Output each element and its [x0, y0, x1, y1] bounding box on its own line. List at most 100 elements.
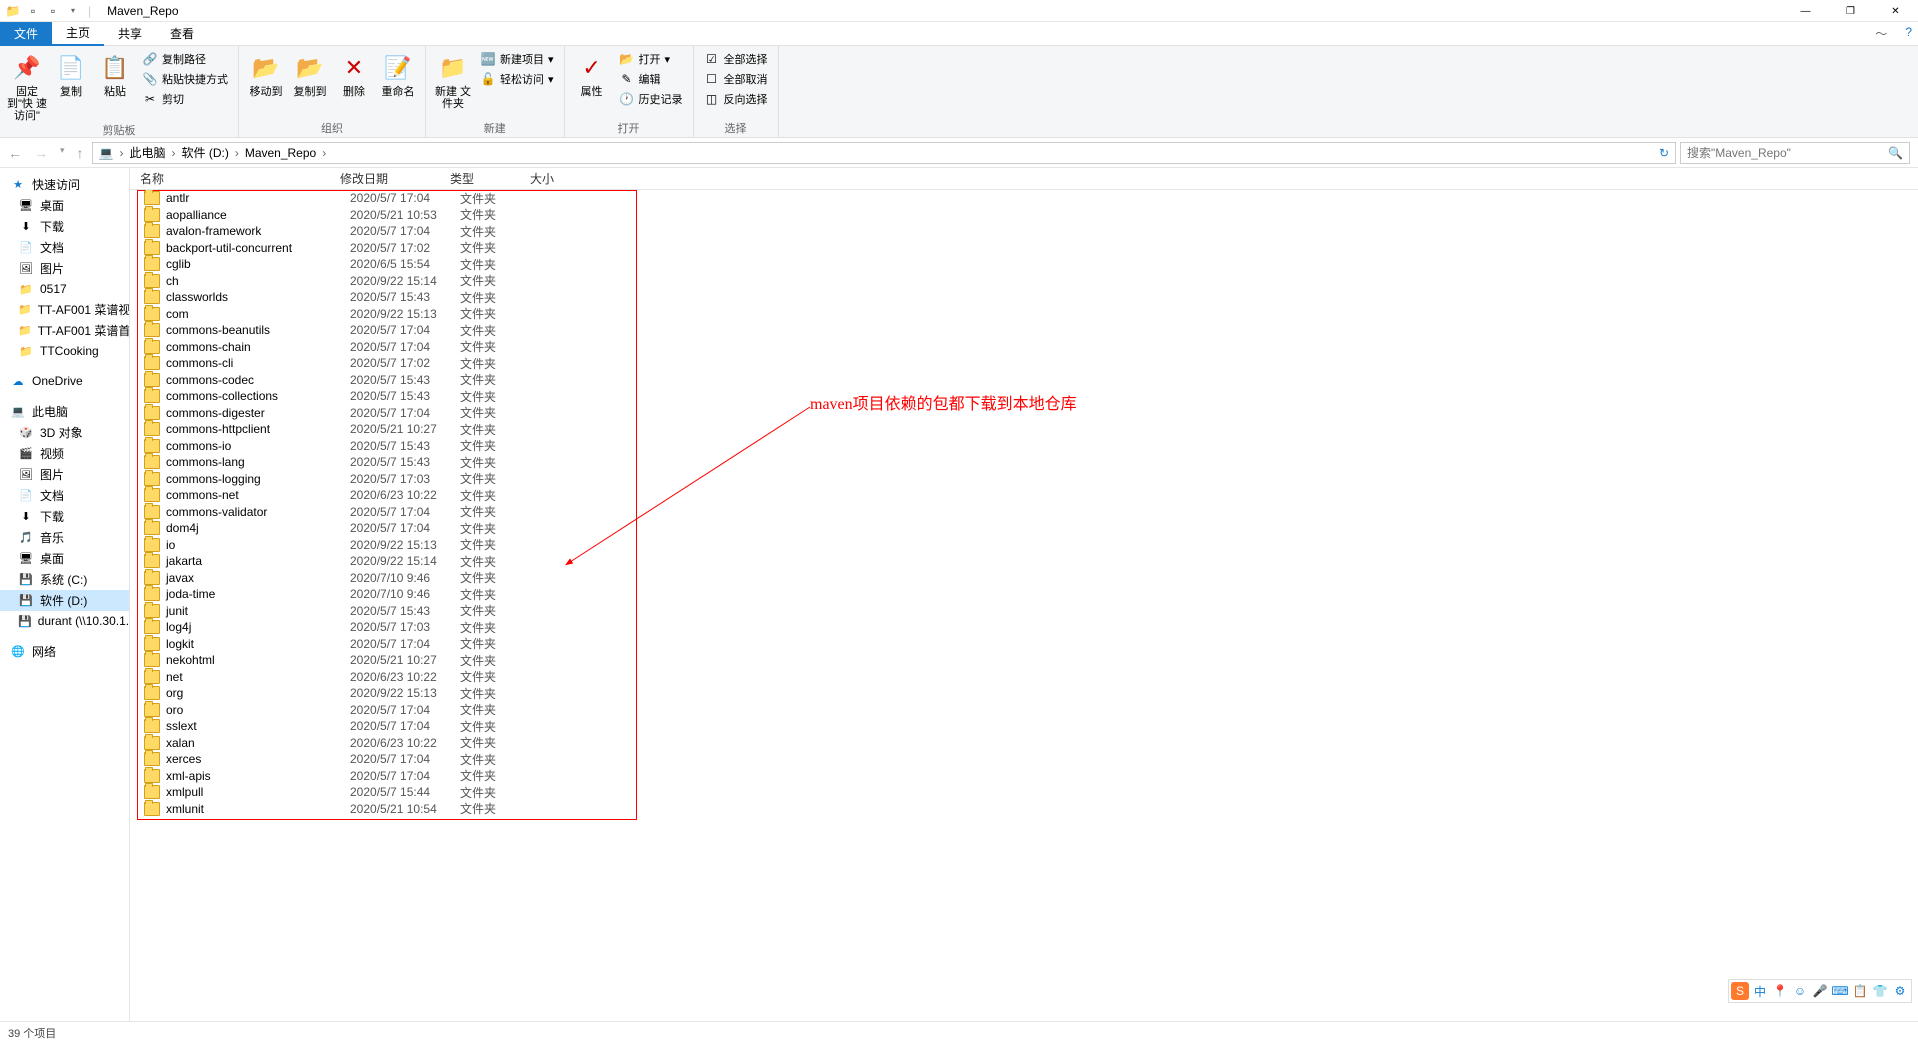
file-row[interactable]: classworlds2020/5/7 15:43文件夹: [130, 289, 1918, 306]
selectnone-button[interactable]: ☐全部取消: [700, 70, 772, 88]
file-row[interactable]: commons-io2020/5/7 15:43文件夹: [130, 438, 1918, 455]
up-button[interactable]: ↑: [77, 145, 84, 161]
searchbox[interactable]: 🔍: [1680, 142, 1910, 164]
file-row[interactable]: dom4j2020/5/7 17:04文件夹: [130, 520, 1918, 537]
ime-button[interactable]: ☺: [1791, 982, 1809, 1000]
properties-button[interactable]: ✓属性: [571, 48, 613, 120]
file-row[interactable]: commons-httpclient2020/5/21 10:27文件夹: [130, 421, 1918, 438]
file-row[interactable]: com2020/9/22 15:13文件夹: [130, 306, 1918, 323]
copypath-button[interactable]: 🔗复制路径: [138, 50, 232, 68]
sidebar-item[interactable]: 📄文档: [0, 237, 129, 258]
minimize-button[interactable]: —: [1783, 0, 1828, 22]
file-row[interactable]: net2020/6/23 10:22文件夹: [130, 669, 1918, 686]
file-row[interactable]: jakarta2020/9/22 15:14文件夹: [130, 553, 1918, 570]
file-row[interactable]: io2020/9/22 15:13文件夹: [130, 537, 1918, 554]
crumb-drive[interactable]: 软件 (D:): [182, 144, 229, 161]
file-row[interactable]: sslext2020/5/7 17:04文件夹: [130, 718, 1918, 735]
sidebar-item[interactable]: 💾系统 (C:): [0, 569, 129, 590]
sidebar-quickaccess[interactable]: ★快速访问: [0, 174, 129, 195]
file-row[interactable]: logkit2020/5/7 17:04文件夹: [130, 636, 1918, 653]
sidebar-item[interactable]: 📁0517: [0, 279, 129, 299]
ime-button[interactable]: 中: [1751, 982, 1769, 1000]
pin-quickaccess-button[interactable]: 📌固定到"快 速访问": [6, 48, 48, 122]
sidebar-item[interactable]: 🎲3D 对象: [0, 422, 129, 443]
file-row[interactable]: antlr2020/5/7 17:04文件夹: [130, 190, 1918, 207]
tab-share[interactable]: 共享: [104, 22, 156, 46]
qat-dropdown-icon[interactable]: ▾: [64, 2, 82, 20]
file-row[interactable]: log4j2020/5/7 17:03文件夹: [130, 619, 1918, 636]
history-button[interactable]: 🕐历史记录: [615, 90, 687, 108]
file-row[interactable]: xmlunit2020/5/21 10:54文件夹: [130, 801, 1918, 818]
file-row[interactable]: joda-time2020/7/10 9:46文件夹: [130, 586, 1918, 603]
breadcrumb[interactable]: 💻 › 此电脑 › 软件 (D:) › Maven_Repo › ↻: [92, 142, 1676, 164]
col-type[interactable]: 类型: [450, 170, 530, 187]
sidebar-item[interactable]: 📁TTCooking: [0, 341, 129, 361]
close-button[interactable]: ✕: [1873, 0, 1918, 22]
copyto-button[interactable]: 📂复制到: [289, 48, 331, 120]
file-row[interactable]: xerces2020/5/7 17:04文件夹: [130, 751, 1918, 768]
back-button[interactable]: ←: [8, 145, 22, 161]
file-row[interactable]: commons-net2020/6/23 10:22文件夹: [130, 487, 1918, 504]
invertselect-button[interactable]: ◫反向选择: [700, 90, 772, 108]
file-row[interactable]: oro2020/5/7 17:04文件夹: [130, 702, 1918, 719]
file-row[interactable]: commons-logging2020/5/7 17:03文件夹: [130, 471, 1918, 488]
sidebar-item[interactable]: 🎬视频: [0, 443, 129, 464]
col-size[interactable]: 大小: [530, 170, 590, 187]
edit-button[interactable]: ✎编辑: [615, 70, 687, 88]
file-row[interactable]: xmlpull2020/5/7 15:44文件夹: [130, 784, 1918, 801]
file-row[interactable]: aopalliance2020/5/21 10:53文件夹: [130, 207, 1918, 224]
file-row[interactable]: cglib2020/6/5 15:54文件夹: [130, 256, 1918, 273]
recent-dropdown[interactable]: ▾: [60, 145, 65, 161]
file-row[interactable]: commons-codec2020/5/7 15:43文件夹: [130, 372, 1918, 389]
file-row[interactable]: backport-util-concurrent2020/5/7 17:02文件…: [130, 240, 1918, 257]
newfolder-button[interactable]: 📁新建 文件夹: [432, 48, 474, 120]
file-row[interactable]: ch2020/9/22 15:14文件夹: [130, 273, 1918, 290]
qat-icon[interactable]: ▫: [44, 2, 62, 20]
sidebar-item[interactable]: 🎵音乐: [0, 527, 129, 548]
rename-button[interactable]: 📝重命名: [377, 48, 419, 120]
file-row[interactable]: commons-chain2020/5/7 17:04文件夹: [130, 339, 1918, 356]
tab-home[interactable]: 主页: [52, 22, 104, 46]
file-row[interactable]: junit2020/5/7 15:43文件夹: [130, 603, 1918, 620]
pasteshortcut-button[interactable]: 📎粘贴快捷方式: [138, 70, 232, 88]
sidebar-onedrive[interactable]: ☁OneDrive: [0, 371, 129, 391]
sidebar-thispc[interactable]: 💻此电脑: [0, 401, 129, 422]
sidebar-item[interactable]: 📄文档: [0, 485, 129, 506]
col-name[interactable]: 名称: [140, 170, 340, 187]
tab-view[interactable]: 查看: [156, 22, 208, 46]
sidebar-durant[interactable]: 💾durant (\\10.30.1..: [0, 611, 129, 631]
file-row[interactable]: commons-beanutils2020/5/7 17:04文件夹: [130, 322, 1918, 339]
ime-button[interactable]: 📍: [1771, 982, 1789, 1000]
crumb-pc[interactable]: 此电脑: [129, 144, 165, 161]
selectall-button[interactable]: ☑全部选择: [700, 50, 772, 68]
ime-button[interactable]: S: [1731, 982, 1749, 1000]
delete-button[interactable]: ✕删除: [333, 48, 375, 120]
ribbon-collapse-icon[interactable]: 〜: [1875, 25, 1887, 42]
forward-button[interactable]: →: [34, 145, 48, 161]
easyaccess-button[interactable]: 🔓轻松访问 ▾: [476, 70, 558, 88]
cut-button[interactable]: ✂剪切: [138, 90, 232, 108]
paste-button[interactable]: 📋粘贴: [94, 48, 136, 122]
sidebar-item[interactable]: 📁TT-AF001 菜谱视频: [0, 299, 129, 320]
copy-button[interactable]: 📄复制: [50, 48, 92, 122]
refresh-icon[interactable]: ↻: [1659, 146, 1669, 160]
ime-button[interactable]: 🎤: [1811, 982, 1829, 1000]
ime-button[interactable]: ⌨: [1831, 982, 1849, 1000]
sidebar-item[interactable]: 🖥桌面: [0, 195, 129, 216]
qat-icon[interactable]: ▫: [24, 2, 42, 20]
ime-button[interactable]: 📋: [1851, 982, 1869, 1000]
search-input[interactable]: [1687, 146, 1888, 160]
file-row[interactable]: nekohtml2020/5/21 10:27文件夹: [130, 652, 1918, 669]
file-row[interactable]: xml-apis2020/5/7 17:04文件夹: [130, 768, 1918, 785]
open-button[interactable]: 📂打开 ▾: [615, 50, 687, 68]
sidebar-item[interactable]: ⬇下载: [0, 216, 129, 237]
crumb-folder[interactable]: Maven_Repo: [245, 146, 316, 160]
sidebar-item[interactable]: 📁TT-AF001 菜谱首图: [0, 320, 129, 341]
file-row[interactable]: javax2020/7/10 9:46文件夹: [130, 570, 1918, 587]
file-row[interactable]: avalon-framework2020/5/7 17:04文件夹: [130, 223, 1918, 240]
sidebar-item[interactable]: ⬇下载: [0, 506, 129, 527]
help-icon[interactable]: ?: [1905, 25, 1912, 42]
sidebar-item[interactable]: 🖼图片: [0, 464, 129, 485]
file-row[interactable]: commons-lang2020/5/7 15:43文件夹: [130, 454, 1918, 471]
file-row[interactable]: commons-cli2020/5/7 17:02文件夹: [130, 355, 1918, 372]
